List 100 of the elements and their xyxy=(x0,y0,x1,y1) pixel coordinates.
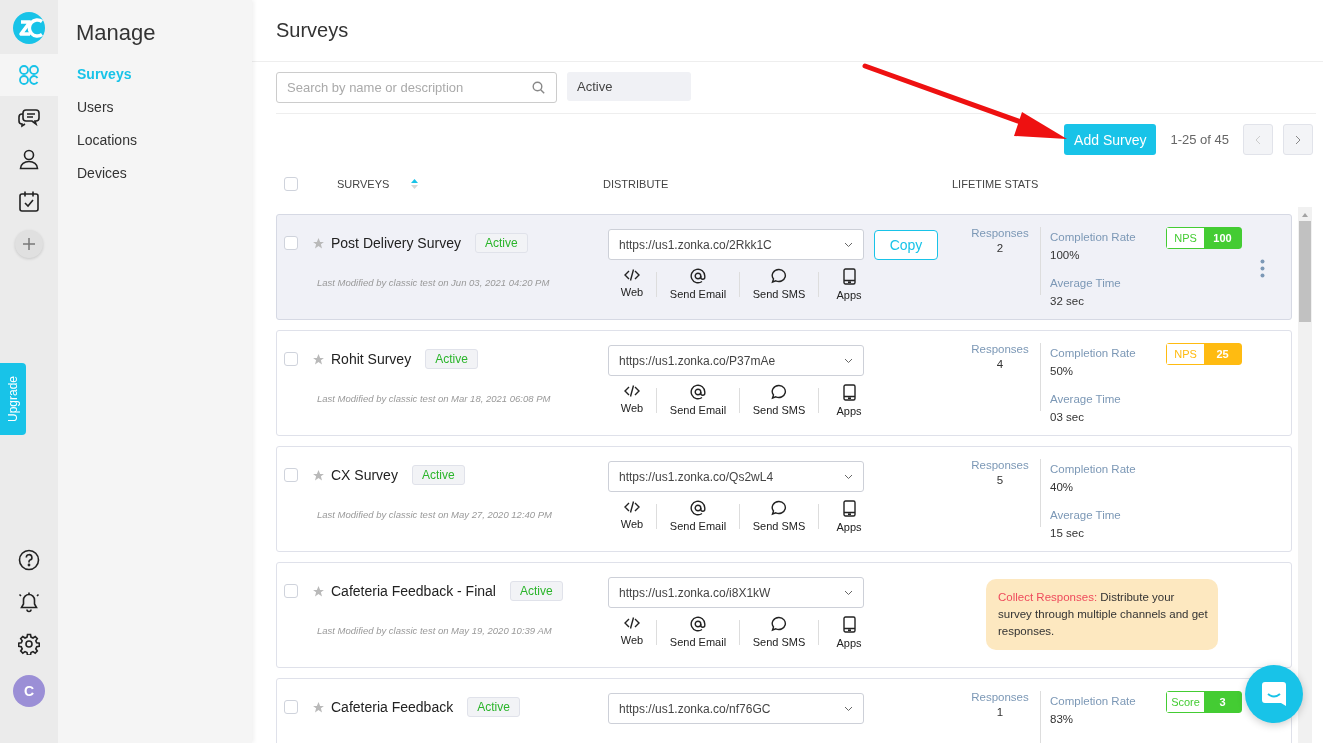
at-sign-icon xyxy=(690,500,706,516)
checkbox[interactable] xyxy=(284,352,298,366)
status-filter[interactable]: Active xyxy=(567,72,691,101)
modified-text: Last Modified by classic test on Jun 03, 2021 04:20 PM xyxy=(317,277,550,288)
stat-value: 40% xyxy=(1050,481,1074,493)
survey-card[interactable]: CX Survey Active Last Modified by classic test on May 27, 2020 12:40 PM https://us1.zonka.co/Qs2wL4 Web Send Email Send SMS Apps Responses 5 Completion Rate 40% Average Time 15 sec xyxy=(276,446,1292,552)
survey-name[interactable]: Rohit Survey xyxy=(331,351,412,367)
channel-button[interactable]: Send Email xyxy=(657,382,739,419)
add-button[interactable] xyxy=(15,230,43,258)
stat-label: Average Time xyxy=(1050,509,1121,521)
settings-icon xyxy=(18,633,40,655)
modified-text: Last Modified by classic test on May 19, 2020 10:39 AM xyxy=(317,625,552,636)
tablet-icon xyxy=(842,616,856,633)
stat-value: 50% xyxy=(1050,365,1074,377)
chevron-down-icon xyxy=(844,589,853,596)
help-icon xyxy=(18,549,40,571)
channel-button[interactable]: Web xyxy=(608,498,656,535)
checkbox[interactable] xyxy=(284,700,298,714)
checkbox[interactable] xyxy=(284,584,298,598)
url-dropdown[interactable]: https://us1.zonka.co/P37mAe xyxy=(608,345,864,376)
channel-button[interactable]: Send Email xyxy=(657,614,739,651)
channel-button[interactable]: Send SMS xyxy=(740,498,818,535)
chevron-left-icon xyxy=(1254,134,1262,145)
star-icon[interactable] xyxy=(312,468,325,482)
url-dropdown[interactable]: https://us1.zonka.co/Qs2wL4 xyxy=(608,461,864,492)
survey-name[interactable]: CX Survey xyxy=(331,467,398,483)
stat-label: Responses xyxy=(971,691,1029,703)
select-all-checkbox[interactable] xyxy=(284,177,298,191)
tip-message: Collect Responses: Distribute your survey through multiple channels and get responses. xyxy=(986,579,1218,650)
tablet-icon xyxy=(842,268,856,285)
status-badge: Active xyxy=(467,697,520,717)
channel-button[interactable]: Apps xyxy=(819,382,879,419)
menu-item[interactable]: Users xyxy=(77,99,114,115)
previous-page-button[interactable] xyxy=(1243,124,1273,155)
score-badge: NPS 100 xyxy=(1166,227,1242,249)
checkbox[interactable] xyxy=(284,236,298,250)
survey-card[interactable] xyxy=(276,562,1292,668)
survey-name[interactable]: Post Delivery Survey xyxy=(331,235,461,251)
stat-label: Average Time xyxy=(1050,277,1121,289)
star-icon[interactable] xyxy=(312,236,325,250)
survey-card[interactable]: Cafeteria Feedback Active https://us1.zonka.co/nf76GC Responses 1 Completion Rate 83% Score 3 xyxy=(276,678,1292,743)
code-icon xyxy=(624,500,640,514)
channel-button[interactable]: Web xyxy=(608,266,656,303)
channel-button[interactable]: Web xyxy=(608,382,656,419)
channel-button[interactable]: Apps xyxy=(819,498,879,535)
stat-label: Responses xyxy=(971,227,1029,239)
search-field[interactable]: Search by name or description xyxy=(276,72,557,103)
score-badge: Score 3 xyxy=(1166,691,1242,713)
stat-label: Completion Rate xyxy=(1050,231,1136,243)
at-sign-icon xyxy=(690,384,706,400)
stat-label: Average Time xyxy=(1050,393,1121,405)
survey-name[interactable]: Cafeteria Feedback xyxy=(331,699,454,715)
at-sign-icon xyxy=(690,616,706,632)
status-badge: Active xyxy=(411,465,465,485)
channel-button[interactable]: Send SMS xyxy=(740,614,818,651)
chevron-down-icon xyxy=(844,473,853,480)
star-icon[interactable] xyxy=(312,584,325,598)
pagination-text: 1-25 of 45 xyxy=(1170,132,1229,147)
bell-icon xyxy=(18,591,40,613)
channel-button[interactable]: Send Email xyxy=(657,266,739,303)
survey-card[interactable]: Rohit Survey Active Last Modified by classic test on Mar 18, 2021 06:08 PM https://us1.zonka.co/P37mAe Web Send Email Send SMS Apps Responses 4 Completion Rate 50% Average Time 03 sec NPS 25 xyxy=(276,330,1292,436)
column-header: LIFETIME STATS xyxy=(952,178,1039,190)
url-dropdown[interactable]: https://us1.zonka.co/2Rkk1C xyxy=(608,229,864,260)
page-title: Surveys xyxy=(276,19,349,42)
stat-value: 32 sec xyxy=(1050,295,1084,307)
scrollbar[interactable] xyxy=(1298,207,1312,743)
chat-icon xyxy=(1260,680,1288,708)
channel-button[interactable]: Send Email xyxy=(657,498,739,535)
user-icon xyxy=(18,148,40,170)
calendar-icon xyxy=(18,190,40,212)
channel-button[interactable]: Web xyxy=(608,614,656,651)
stat-value: 15 sec xyxy=(1050,527,1084,539)
star-icon[interactable] xyxy=(312,352,325,366)
stat-value: 03 sec xyxy=(1050,411,1084,423)
url-dropdown[interactable]: https://us1.zonka.co/i8X1kW xyxy=(608,577,864,608)
modified-text: Last Modified by classic test on Mar 18, 2021 06:08 PM xyxy=(317,393,551,404)
channel-button[interactable]: Send SMS xyxy=(740,266,818,303)
column-header[interactable]: SURVEYS xyxy=(337,178,390,190)
survey-card[interactable] xyxy=(276,214,1292,320)
channel-button[interactable]: Apps xyxy=(819,266,879,303)
stat-label: Responses xyxy=(971,343,1029,355)
stat-value: 2 xyxy=(996,242,1004,254)
next-page-button[interactable] xyxy=(1283,124,1313,155)
logo-icon[interactable] xyxy=(13,12,45,44)
channel-button[interactable]: Send SMS xyxy=(740,382,818,419)
chevron-down-icon xyxy=(844,705,853,712)
chat-icon xyxy=(18,106,40,128)
menu-item[interactable]: Locations xyxy=(77,132,137,148)
survey-name[interactable]: Cafeteria Feedback - Final xyxy=(331,583,496,599)
score-badge: NPS 25 xyxy=(1166,343,1242,365)
star-icon[interactable] xyxy=(312,700,325,714)
sort-icon[interactable] xyxy=(411,179,419,189)
stat-label: Completion Rate xyxy=(1050,463,1136,475)
checkbox[interactable] xyxy=(284,468,298,482)
menu-item[interactable]: Devices xyxy=(77,165,127,181)
url-dropdown[interactable]: https://us1.zonka.co/nf76GC xyxy=(608,693,864,724)
chevron-right-icon xyxy=(1294,134,1302,145)
channel-button[interactable]: Apps xyxy=(819,614,879,651)
search-icon xyxy=(532,81,545,94)
more-icon xyxy=(1260,259,1265,278)
